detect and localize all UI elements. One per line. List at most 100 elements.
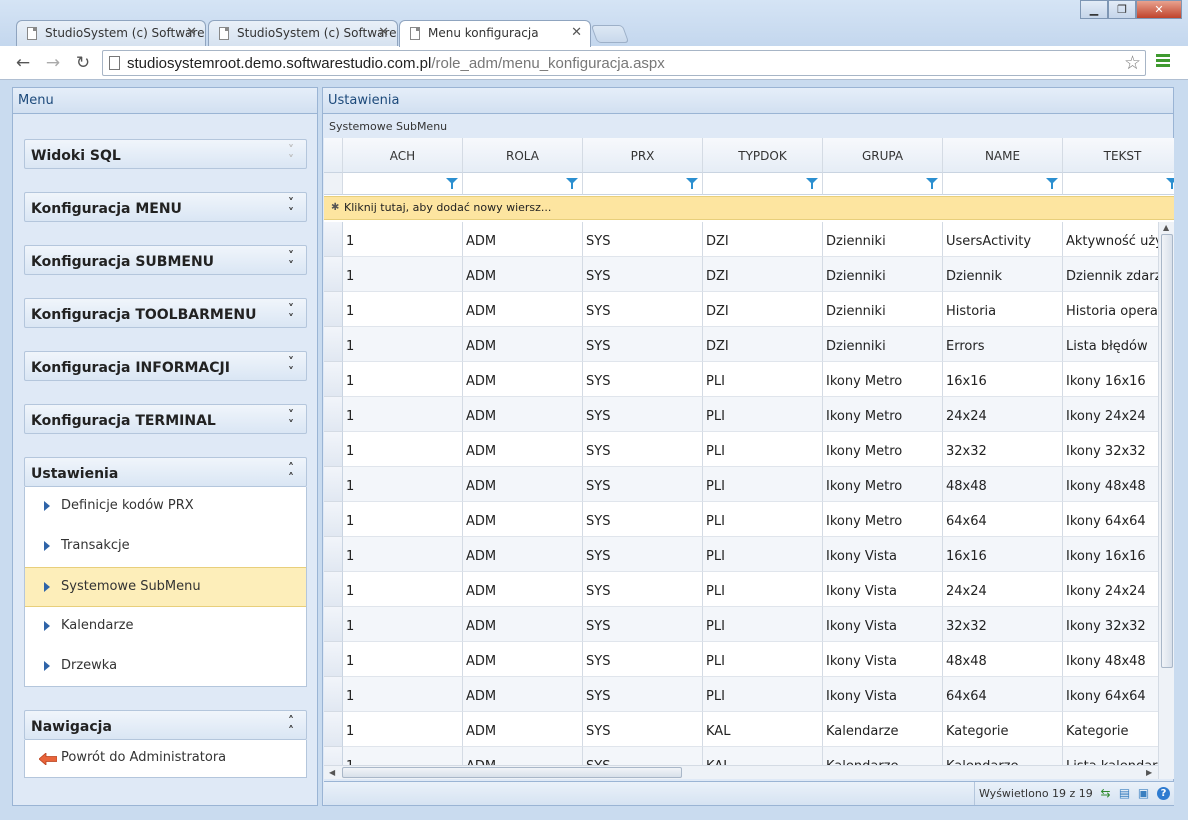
cell-typdok[interactable]: PLI [703,362,823,397]
cell-ach[interactable]: 1 [343,362,463,397]
cell-grupa[interactable]: Ikony Vista [823,537,943,572]
cell-prx[interactable]: SYS [583,362,703,397]
cell-prx[interactable]: SYS [583,537,703,572]
menu-item-drzewka[interactable]: Drzewka [25,647,306,687]
filter-funnel-icon[interactable] [1166,178,1174,189]
horizontal-scroll-thumb[interactable] [342,767,682,778]
cell-name[interactable]: 16x16 [943,537,1063,572]
table-row[interactable]: 1 ADM SYS PLI Ikony Vista 16x16 Ikony 16x16 [324,537,1174,572]
cell-ach[interactable]: 1 [343,327,463,362]
filter-cell-rola[interactable] [463,173,583,195]
cell-name[interactable]: Dziennik [943,257,1063,292]
cell-grupa[interactable]: Ikony Vista [823,607,943,642]
menu-item-powrot-do-administratora[interactable]: Powrót do Administratora [25,740,306,778]
cell-typdok[interactable]: PLI [703,467,823,502]
cell-name[interactable]: 64x64 [943,502,1063,537]
menu-item-transakcje[interactable]: Transakcje [25,527,306,567]
cell-ach[interactable]: 1 [343,537,463,572]
cell-prx[interactable]: SYS [583,712,703,747]
collapse-chevron-icon[interactable]: ˄ ˄ [288,462,294,484]
cell-typdok[interactable]: PLI [703,432,823,467]
section-konfiguracja-toolbarmenu[interactable]: Konfiguracja TOOLBARMENU ˅ ˅ [24,298,307,328]
cell-name[interactable]: Kategorie [943,712,1063,747]
close-tab-icon[interactable]: ✕ [378,25,389,40]
filter-funnel-icon[interactable] [566,178,578,189]
close-tab-icon[interactable]: ✕ [186,25,197,40]
cell-name[interactable]: 64x64 [943,677,1063,712]
filter-cell-name[interactable] [943,173,1063,195]
minimize-button[interactable]: ▁ [1080,0,1108,19]
cell-grupa[interactable]: Dzienniki [823,222,943,257]
cell-prx[interactable]: SYS [583,327,703,362]
filter-cell-prx[interactable] [583,173,703,195]
browser-tab-1[interactable]: StudioSystem (c) Software ✕ [16,20,206,46]
column-header-rola[interactable]: ROLA [463,138,583,173]
cell-ach[interactable]: 1 [343,642,463,677]
cell-typdok[interactable]: PLI [703,677,823,712]
close-window-button[interactable]: ✕ [1136,0,1182,19]
cell-rola[interactable]: ADM [463,222,583,257]
table-row[interactable]: 1 ADM SYS KAL Kalendarze Kategorie Kategorie [324,712,1174,747]
refresh-icon[interactable]: ⇆ [1099,787,1112,800]
cell-rola[interactable]: ADM [463,677,583,712]
help-icon[interactable]: ? [1157,787,1170,800]
cell-name[interactable]: 16x16 [943,362,1063,397]
table-row[interactable]: 1 ADM SYS PLI Ikony Metro 48x48 Ikony 48x48 [324,467,1174,502]
expand-chevron-icon[interactable]: ˅ ˅ [288,409,294,431]
cell-rola[interactable]: ADM [463,712,583,747]
cell-rola[interactable]: ADM [463,467,583,502]
add-new-row[interactable]: ✱ Kliknij tutaj, aby dodać nowy wiersz..… [324,196,1174,220]
cell-ach[interactable]: 1 [343,432,463,467]
cell-ach[interactable]: 1 [343,257,463,292]
filter-cell-typdok[interactable] [703,173,823,195]
scroll-left-icon[interactable]: ◀ [329,768,335,777]
cell-rola[interactable]: ADM [463,257,583,292]
expand-chevron-icon[interactable]: ˅ ˅ [288,197,294,219]
filter-funnel-icon[interactable] [446,178,458,189]
column-header-tekst[interactable]: TEKST [1063,138,1174,173]
cell-prx[interactable]: SYS [583,607,703,642]
cell-ach[interactable]: 1 [343,502,463,537]
section-konfiguracja-informacji[interactable]: Konfiguracja INFORMACJI ˅ ˅ [24,351,307,381]
browser-tab-2[interactable]: StudioSystem (c) Software ✕ [208,20,398,46]
reload-icon[interactable]: ↻ [72,52,94,74]
horizontal-scrollbar[interactable]: ◀ ▶ [324,765,1158,779]
column-header-prx[interactable]: PRX [583,138,703,173]
cell-rola[interactable]: ADM [463,537,583,572]
filter-funnel-icon[interactable] [926,178,938,189]
menu-item-systemowe-submenu[interactable]: Systemowe SubMenu [25,567,306,607]
cell-rola[interactable]: ADM [463,572,583,607]
cell-typdok[interactable]: PLI [703,537,823,572]
cell-typdok[interactable]: DZI [703,257,823,292]
filter-funnel-icon[interactable] [1046,178,1058,189]
filter-cell-grupa[interactable] [823,173,943,195]
cell-name[interactable]: Historia [943,292,1063,327]
cell-prx[interactable]: SYS [583,257,703,292]
maximize-button[interactable]: ❐ [1108,0,1136,19]
cell-grupa[interactable]: Ikony Vista [823,572,943,607]
expand-chevron-icon[interactable]: ˅ ˅ [288,303,294,325]
cell-name[interactable]: Errors [943,327,1063,362]
column-header-grupa[interactable]: GRUPA [823,138,943,173]
cell-ach[interactable]: 1 [343,572,463,607]
cell-rola[interactable]: ADM [463,502,583,537]
new-tab-button[interactable] [590,25,630,43]
table-row[interactable]: 1 ADM SYS PLI Ikony Metro 16x16 Ikony 16x16 [324,362,1174,397]
table-row[interactable]: 1 ADM SYS PLI Ikony Vista 32x32 Ikony 32x32 [324,607,1174,642]
table-row[interactable]: 1 ADM SYS PLI Ikony Metro 64x64 Ikony 64x64 [324,502,1174,537]
expand-chevron-icon[interactable]: ˅ ˅ [288,250,294,272]
cell-grupa[interactable]: Ikony Vista [823,677,943,712]
cell-prx[interactable]: SYS [583,397,703,432]
filter-funnel-icon[interactable] [686,178,698,189]
collapse-chevron-icon[interactable]: ˄ ˄ [288,715,294,737]
filter-cell-tekst[interactable] [1063,173,1174,195]
cell-ach[interactable]: 1 [343,292,463,327]
forward-arrow-icon[interactable]: → [42,52,64,74]
cell-prx[interactable]: SYS [583,292,703,327]
cell-name[interactable]: 32x32 [943,607,1063,642]
export-icon[interactable]: ▣ [1137,787,1150,800]
cell-ach[interactable]: 1 [343,712,463,747]
section-konfiguracja-menu[interactable]: Konfiguracja MENU ˅ ˅ [24,192,307,222]
table-row[interactable]: 1 ADM SYS DZI Dzienniki Errors Lista błędów [324,327,1174,362]
cell-grupa[interactable]: Ikony Metro [823,397,943,432]
